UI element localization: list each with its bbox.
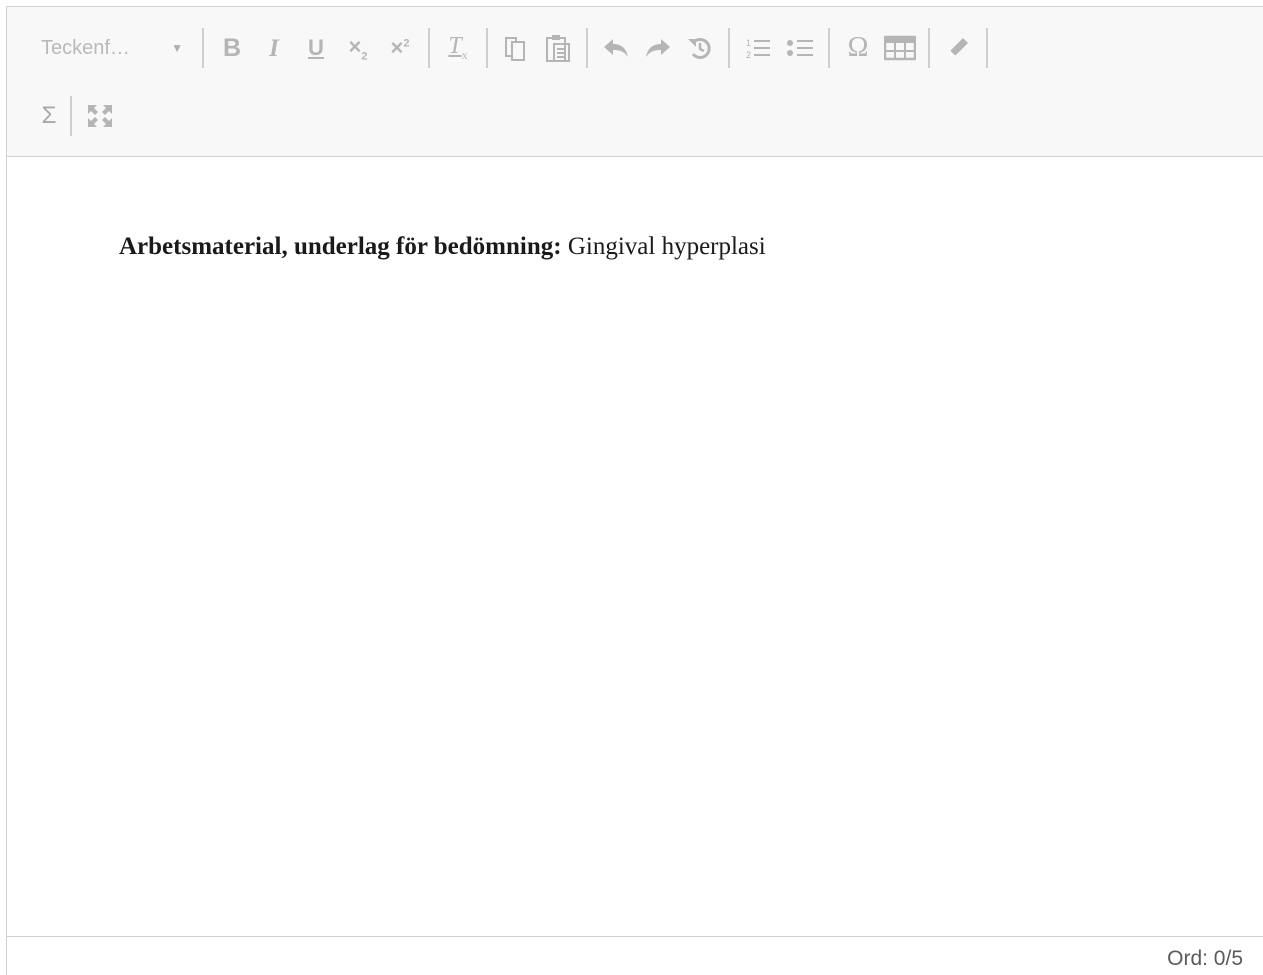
toolbar-row-2: Σ [7,91,1263,141]
math-button[interactable]: Σ [35,96,63,136]
svg-text:1: 1 [746,38,751,48]
content-text: Gingival hyperplasi [561,233,766,260]
redo-icon [646,39,670,57]
toolbar-separator [828,28,830,68]
paste-button[interactable] [537,28,579,68]
superscript-icon: ×2 [390,35,410,60]
table-icon [884,35,916,61]
pencil-icon [949,38,968,57]
toolbar-separator [486,28,488,68]
numbered-list-icon: 1 2 [746,38,770,60]
toolbar-separator [70,96,72,136]
subscript-button[interactable]: ×2 [337,28,379,68]
editor-content-area[interactable]: Arbetsmaterial, underlag för bedömning: … [7,158,1263,936]
content-paragraph: Arbetsmaterial, underlag för bedömning: … [119,233,766,261]
copy-icon [505,37,525,61]
redo-button[interactable] [637,28,679,68]
underline-button[interactable]: U [295,28,337,68]
remove-format-icon: Tx [448,33,468,62]
word-count: Ord: 0/5 [1167,947,1243,970]
bulleted-list-icon [787,40,813,56]
toolbar-separator [986,28,988,68]
editor-statusbar: Ord: 0/5 [7,936,1263,975]
svg-text:2: 2 [746,50,751,60]
underline-icon: U [308,35,324,60]
toolbar-separator [586,28,588,68]
superscript-button[interactable]: ×2 [379,28,421,68]
omega-icon: Ω [847,32,869,63]
remove-format-button[interactable]: Tx [437,28,479,68]
editor-toolbar: Teckenf… ▼ B I U ×2 ×2 Tx 1 2 Ω Σ [7,7,1263,157]
toolbar-separator [728,28,730,68]
italic-icon: I [269,34,279,62]
bold-icon: B [222,33,242,62]
special-character-button[interactable]: Ω [837,28,879,68]
bold-button[interactable]: B [211,28,253,68]
toolbar-row-1: Teckenf… ▼ B I U ×2 ×2 Tx 1 2 Ω [7,23,1263,73]
italic-button[interactable]: I [253,28,295,68]
toolbar-separator [428,28,430,68]
history-icon [688,38,711,59]
undo-icon [604,39,628,57]
draw-button[interactable] [937,28,979,68]
numbered-list-button[interactable]: 1 2 [737,28,779,68]
undo-button[interactable] [595,28,637,68]
toolbar-separator [928,28,930,68]
table-button[interactable] [879,28,921,68]
toolbar-separator [202,28,204,68]
maximize-button[interactable] [79,96,121,136]
font-family-label: Teckenf… [41,36,130,59]
restore-button[interactable] [679,28,721,68]
copy-button[interactable] [495,28,537,68]
rich-text-editor: Teckenf… ▼ B I U ×2 ×2 Tx 1 2 Ω Σ Arbets… [6,6,1263,975]
sigma-icon: Σ [41,102,57,129]
subscript-icon: ×2 [348,33,368,63]
content-bold-text: Arbetsmaterial, underlag för bedömning: [119,233,562,260]
paste-icon [546,35,570,62]
font-family-dropdown[interactable]: Teckenf… ▼ [35,28,195,68]
chevron-down-icon: ▼ [171,41,183,55]
maximize-icon [88,105,112,127]
bulleted-list-button[interactable] [779,28,821,68]
